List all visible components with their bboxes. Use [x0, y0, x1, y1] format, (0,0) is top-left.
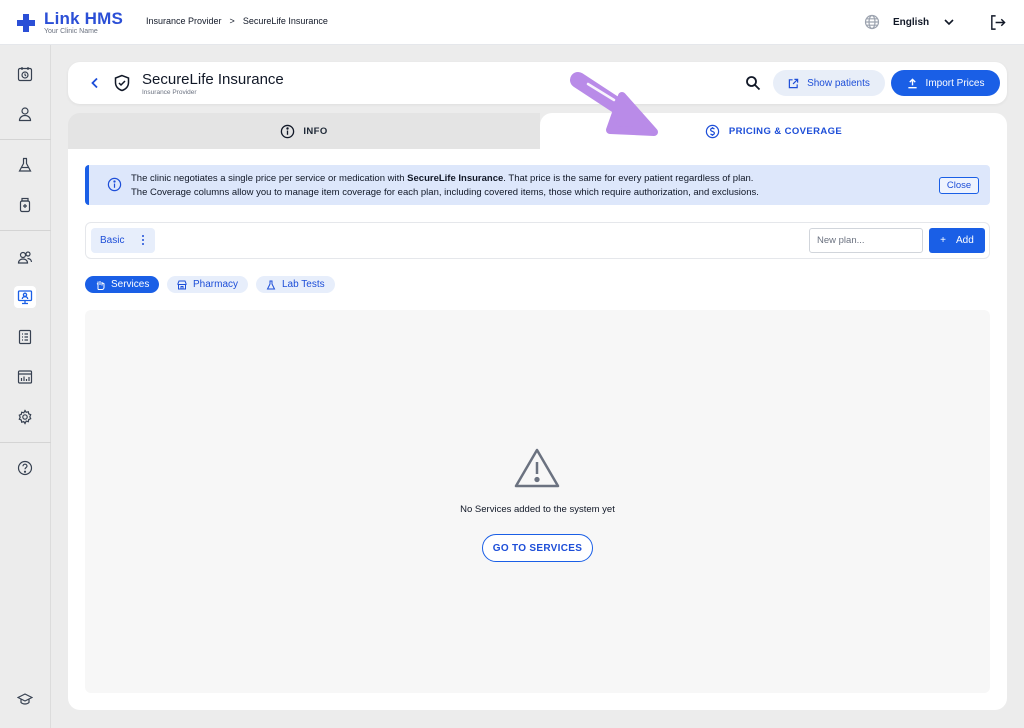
plans-bar: Basic + Add [85, 222, 990, 259]
tab-pricing-label: PRICING & COVERAGE [728, 125, 843, 137]
import-prices-label: Import Prices [925, 77, 985, 89]
banner-text: The clinic negotiates a single price per… [131, 172, 759, 200]
page-title: SecureLife Insurance [142, 71, 284, 88]
breadcrumb-separator: > [229, 16, 235, 26]
user-icon [18, 107, 32, 122]
provider-header: SecureLife Insurance Insurance Provider … [68, 62, 1007, 104]
sidebar-item-reports[interactable] [14, 366, 36, 388]
help-circle-icon [17, 460, 33, 476]
sidebar-divider [0, 442, 51, 443]
gear-icon [18, 409, 32, 425]
banner-line-1: The clinic negotiates a single price per… [131, 172, 759, 186]
sidebar-item-academy[interactable] [14, 688, 36, 710]
empty-state: No Services added to the system yet GO T… [85, 310, 990, 693]
warning-triangle-icon [514, 448, 560, 488]
banner-provider-name: SecureLife Insurance [407, 173, 504, 184]
banner-text-part: The clinic negotiates a single price per… [131, 173, 408, 184]
flask-icon [18, 157, 32, 172]
store-icon [177, 280, 187, 289]
medicine-bottle-icon [19, 197, 31, 213]
info-circle-icon [107, 177, 122, 192]
language-label: English [893, 16, 930, 28]
document-list-icon [18, 329, 32, 345]
search-icon[interactable] [745, 75, 761, 91]
add-plan-label: Add [956, 235, 974, 246]
go-to-services-button[interactable]: GO TO SERVICES [482, 534, 593, 562]
app-logo[interactable]: Link HMS Your Clinic Name [16, 10, 123, 35]
upload-icon [907, 77, 917, 88]
filter-pharmacy[interactable]: Pharmacy [167, 276, 249, 293]
cross-logo-icon [17, 13, 35, 32]
info-banner: The clinic negotiates a single price per… [85, 165, 990, 205]
tab-info[interactable]: INFO [68, 113, 540, 149]
sidebar-item-help[interactable] [14, 457, 36, 479]
filter-services[interactable]: Services [85, 276, 160, 293]
banner-line-2: The Coverage columns allow you to manage… [131, 187, 759, 198]
plan-chip-label: Basic [100, 235, 125, 246]
annotation-arrow-icon [570, 72, 658, 136]
monitor-user-icon [17, 290, 33, 305]
breadcrumb-parent[interactable]: Insurance Provider [146, 16, 222, 26]
sidebar-item-insurance[interactable] [14, 286, 36, 308]
filter-pharmacy-label: Pharmacy [193, 279, 239, 290]
top-bar: Link HMS Your Clinic Name Insurance Prov… [0, 0, 1024, 45]
filter-lab-tests-label: Lab Tests [282, 279, 325, 290]
banner-text-part: . That price is the same for every patie… [503, 173, 754, 184]
clinic-name: Your Clinic Name [44, 28, 98, 35]
globe-icon [864, 14, 880, 30]
sidebar-divider [0, 139, 51, 140]
filter-services-label: Services [111, 279, 150, 290]
tab-info-label: INFO [303, 125, 328, 137]
new-plan-input[interactable] [809, 228, 923, 253]
language-selector[interactable]: English [864, 14, 955, 30]
sidebar [0, 45, 51, 728]
filter-lab-tests[interactable]: Lab Tests [256, 276, 335, 293]
sidebar-item-lab[interactable] [14, 154, 36, 176]
shield-check-icon [114, 74, 130, 92]
sidebar-item-billing[interactable] [14, 326, 36, 348]
page-subtitle: Insurance Provider [142, 89, 197, 96]
banner-close-button[interactable]: Close [939, 177, 979, 194]
import-prices-button[interactable]: Import Prices [891, 70, 1000, 96]
sidebar-item-patients[interactable] [14, 103, 36, 125]
chevron-down-icon [944, 19, 954, 26]
add-plan-button[interactable]: + Add [929, 228, 985, 253]
external-link-icon [788, 78, 799, 88]
dollar-circle-icon [705, 124, 720, 138]
sidebar-item-staff[interactable] [14, 246, 36, 268]
plus-icon: + [940, 235, 947, 246]
show-patients-button[interactable]: Show patients [773, 70, 885, 96]
info-circle-icon [281, 124, 295, 138]
plan-chip-basic[interactable]: Basic [91, 228, 155, 253]
flask-icon [266, 280, 276, 289]
empty-state-message: No Services added to the system yet [460, 504, 615, 515]
hand-icon [96, 280, 105, 290]
back-arrow-icon[interactable] [88, 76, 102, 90]
show-patients-label: Show patients [807, 77, 870, 89]
sidebar-item-pharmacy[interactable] [14, 194, 36, 216]
sidebar-item-settings[interactable] [14, 406, 36, 428]
more-vertical-icon[interactable] [141, 234, 145, 246]
calendar-clock-icon [17, 67, 33, 82]
graduation-cap-icon [17, 693, 33, 705]
sidebar-divider [0, 230, 51, 231]
sidebar-item-appointments[interactable] [14, 63, 36, 85]
app-name: Link HMS [44, 9, 124, 28]
breadcrumb: Insurance Provider > SecureLife Insuranc… [146, 16, 328, 26]
chart-board-icon [17, 370, 33, 384]
users-icon [17, 251, 33, 264]
breadcrumb-current: SecureLife Insurance [242, 16, 328, 26]
logout-icon[interactable] [989, 14, 1006, 31]
